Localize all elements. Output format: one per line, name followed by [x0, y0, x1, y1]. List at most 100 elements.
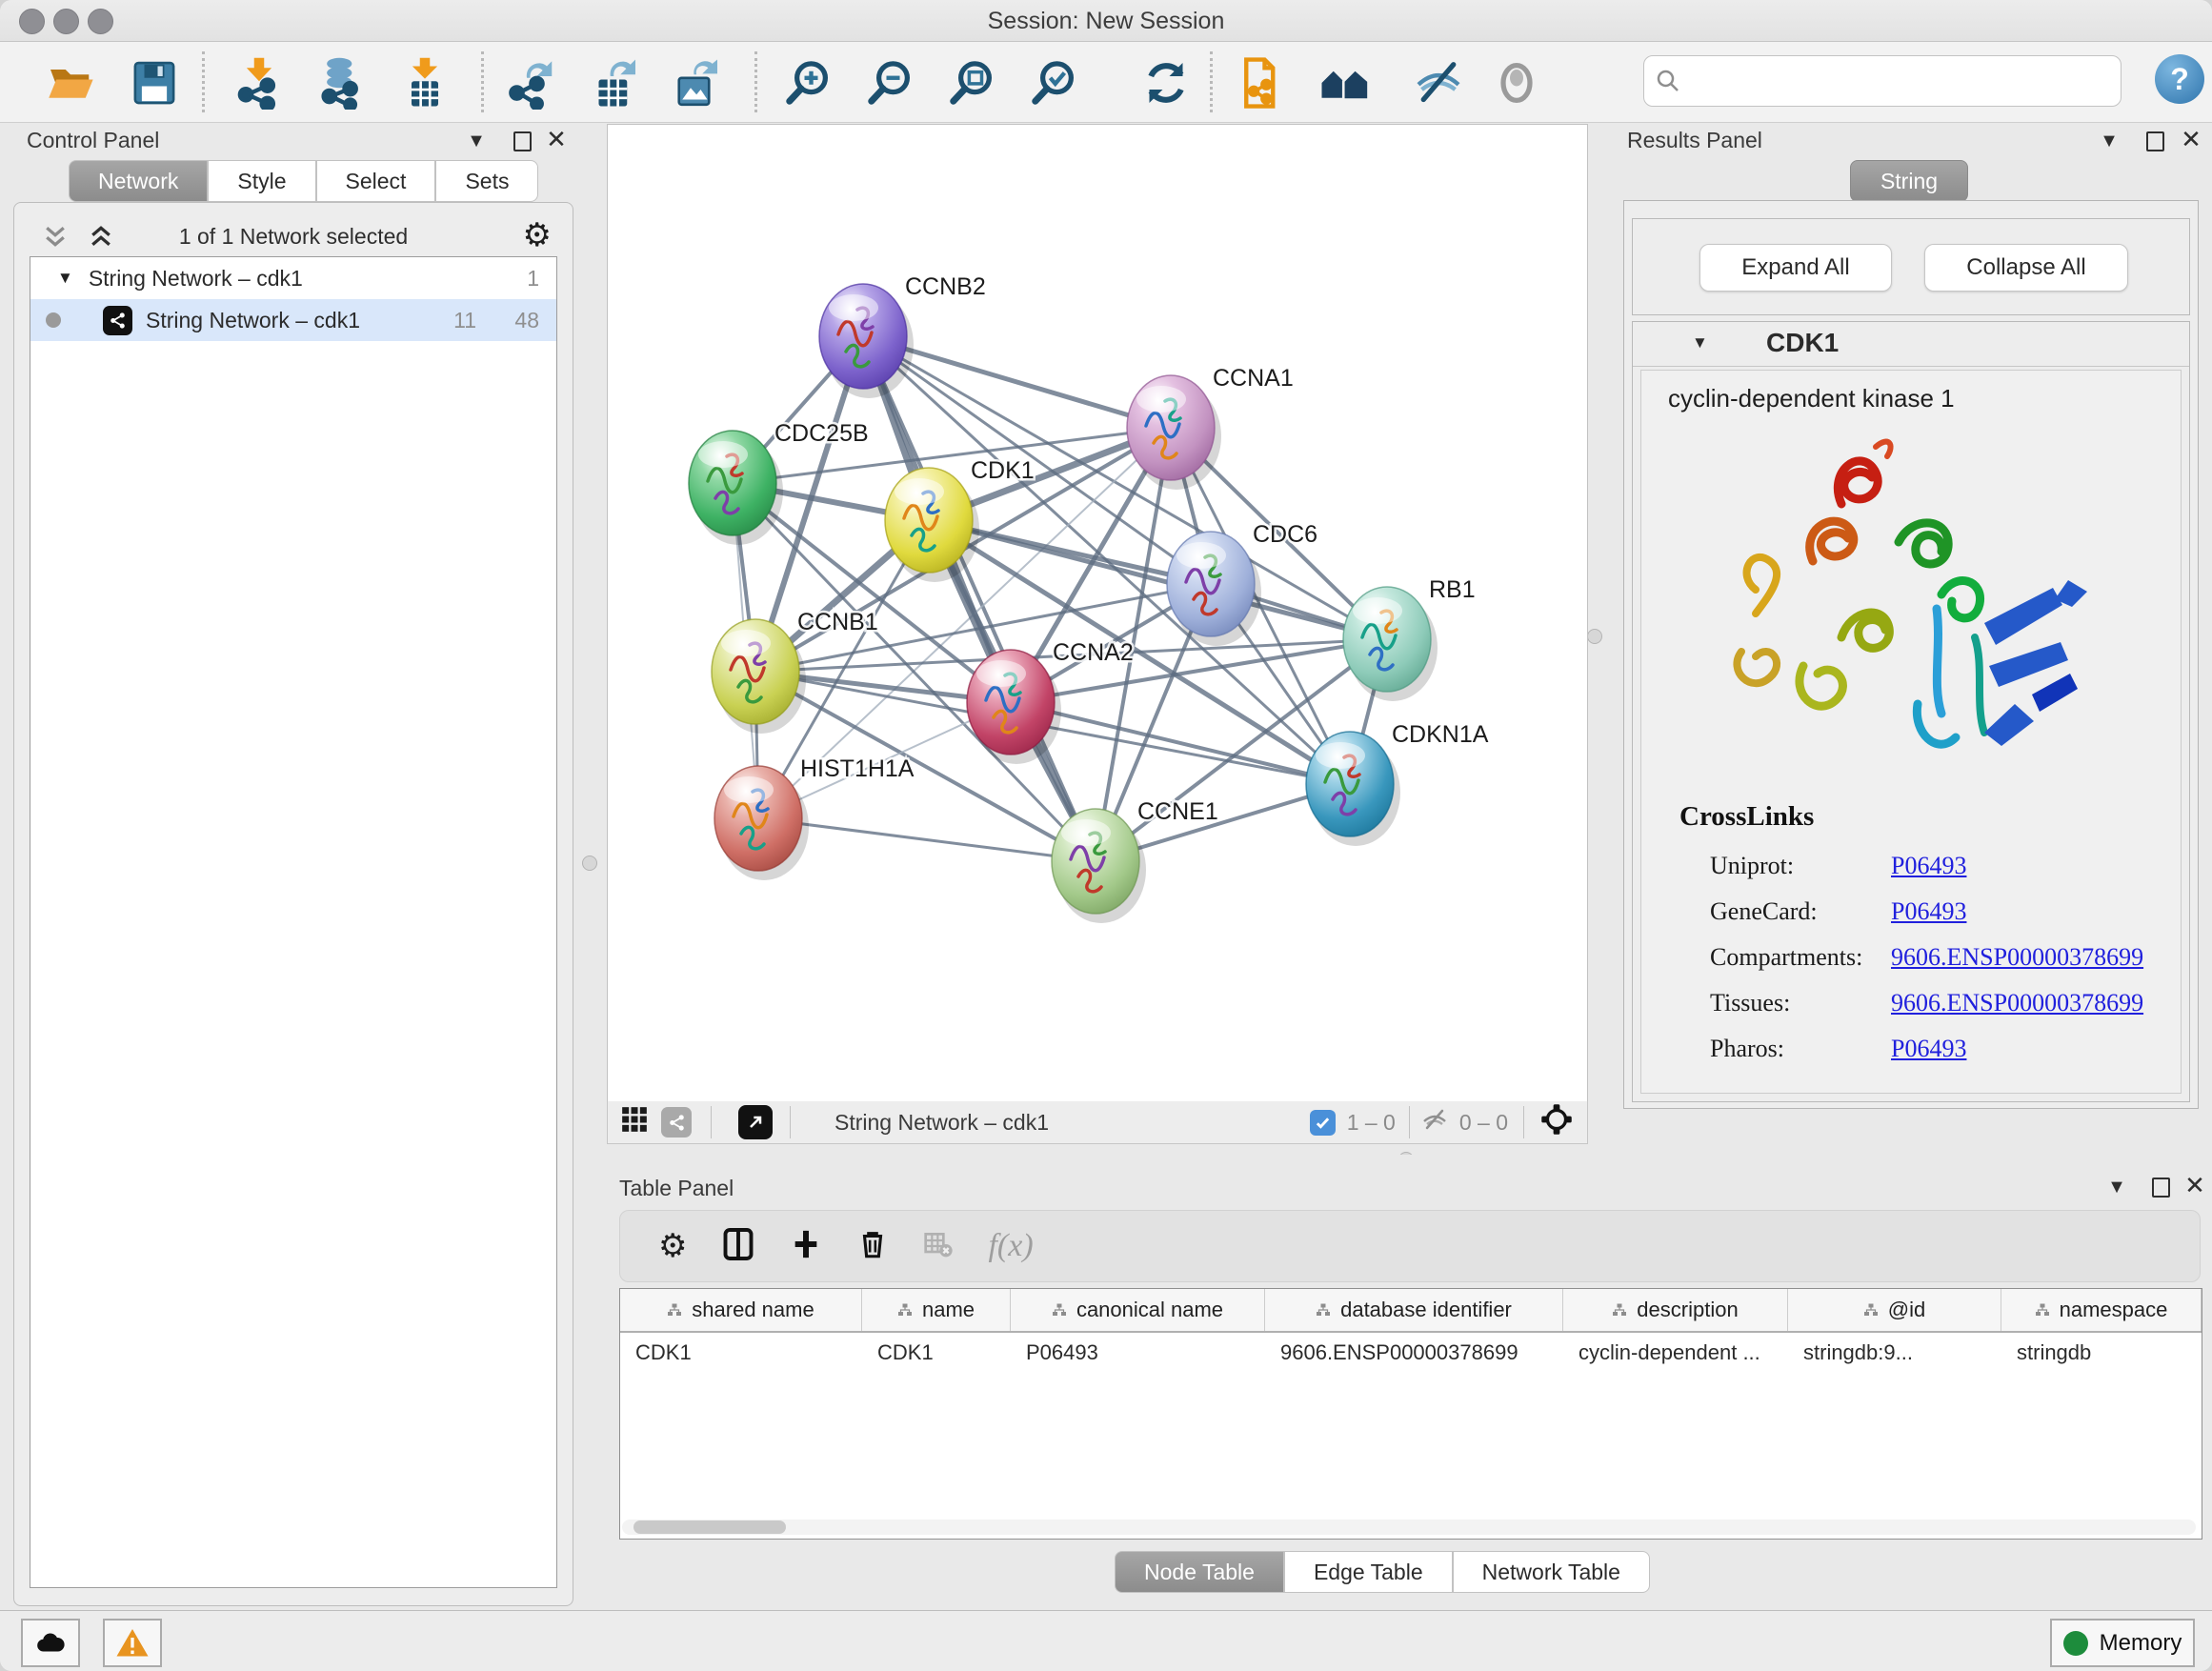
network-edge[interactable]: [863, 336, 1096, 861]
import-table-file-icon[interactable]: [398, 56, 452, 110]
export-network-icon[interactable]: [507, 56, 560, 110]
column-header-canonical-name[interactable]: canonical name: [1011, 1289, 1265, 1331]
crosslink-value-link[interactable]: P06493: [1891, 897, 1966, 926]
table-panel-close-icon[interactable]: ✕: [2182, 1172, 2208, 1198]
crosslink-value-link[interactable]: 9606.ENSP00000378699: [1891, 943, 2143, 972]
collapse-all-button[interactable]: Collapse All: [1924, 244, 2128, 292]
network-edge[interactable]: [929, 520, 1387, 639]
show-columns-icon[interactable]: [721, 1227, 755, 1266]
expand-all-button[interactable]: Expand All: [1699, 244, 1892, 292]
tab-string[interactable]: String: [1850, 160, 1968, 202]
column-header-description[interactable]: description: [1563, 1289, 1788, 1331]
protein-details: cyclin-dependent kinase 1: [1640, 370, 2182, 1094]
tab-edge-table[interactable]: Edge Table: [1284, 1551, 1453, 1593]
warnings-button[interactable]: [103, 1619, 162, 1667]
string-results-content: Expand All Collapse All ▼ CDK1 cyclin-de…: [1623, 200, 2199, 1109]
apply-layout-icon[interactable]: [1139, 56, 1193, 110]
tab-network-table[interactable]: Network Table: [1453, 1551, 1650, 1593]
zoom-selected-icon[interactable]: [1027, 56, 1080, 110]
open-session-icon[interactable]: [44, 56, 97, 110]
right-splitter-handle[interactable]: [1587, 629, 1602, 644]
navigator-crosshair-icon[interactable]: [1539, 1102, 1574, 1142]
crosslinks-title: CrossLinks: [1679, 801, 1814, 833]
column-header-name[interactable]: name: [862, 1289, 1011, 1331]
network-node-CDC6[interactable]: CDC6: [1167, 521, 1317, 636]
show-panel-eye-icon[interactable]: [1490, 56, 1543, 110]
save-session-icon[interactable]: [128, 56, 181, 110]
function-builder-icon[interactable]: f(x): [988, 1228, 1033, 1264]
scrollbar-thumb[interactable]: [633, 1520, 786, 1534]
add-column-icon[interactable]: [790, 1228, 822, 1265]
network-node-HIST1H1A[interactable]: HIST1H1A: [714, 755, 915, 871]
table-cell: P06493: [1011, 1333, 1265, 1373]
zoom-in-icon[interactable]: [781, 56, 835, 110]
search-field: [1643, 55, 2122, 107]
protein-name: CDK1: [1766, 328, 1839, 358]
column-header-namespace[interactable]: namespace: [2001, 1289, 2202, 1331]
detach-view-icon[interactable]: [738, 1105, 773, 1139]
delete-column-trash-icon[interactable]: [856, 1228, 889, 1265]
import-network-file-icon[interactable]: [232, 56, 286, 110]
clone-network-icon[interactable]: [1235, 56, 1288, 110]
column-header-shared-name[interactable]: shared name: [620, 1289, 862, 1331]
network-share-view-icon[interactable]: [661, 1107, 692, 1137]
network-view-canvas[interactable]: CCNB2CCNA1CDC25BCDK1CDC6RB1CCNB1CCNA2CDK…: [607, 124, 1588, 1102]
section-collapse-icon[interactable]: ▼: [1692, 333, 1708, 352]
export-table-icon[interactable]: [589, 56, 642, 110]
tab-sets[interactable]: Sets: [435, 160, 538, 202]
search-input[interactable]: [1692, 68, 2121, 94]
home-networks-icon[interactable]: [1318, 56, 1372, 110]
cloud-icon: [34, 1627, 67, 1660]
protein-section-header[interactable]: ▼ CDK1: [1633, 322, 2189, 367]
network-edge[interactable]: [758, 818, 1096, 861]
delete-table-icon[interactable]: [923, 1229, 954, 1264]
node-label: CCNB1: [797, 609, 878, 635]
crosslink-label: Pharos:: [1710, 1035, 1891, 1063]
network-options-gear-icon[interactable]: ⚙: [523, 216, 552, 254]
control-panel-close-icon[interactable]: ✕: [543, 126, 570, 152]
column-header-@id[interactable]: @id: [1788, 1289, 2001, 1331]
zoom-out-icon[interactable]: [863, 56, 916, 110]
network-edge-count: 48: [514, 308, 539, 333]
column-header-database-identifier[interactable]: database identifier: [1265, 1289, 1563, 1331]
selected-checkbox-icon[interactable]: [1310, 1110, 1336, 1136]
table-panel-maximize-icon[interactable]: [2147, 1174, 2174, 1200]
crosslink-value-link[interactable]: P06493: [1891, 1035, 1966, 1063]
control-panel-float-icon[interactable]: ▼: [463, 128, 490, 154]
memory-button[interactable]: Memory: [2050, 1619, 2195, 1667]
control-panel-maximize-icon[interactable]: [509, 128, 535, 154]
collection-expand-icon[interactable]: ▼: [57, 269, 73, 288]
grid-view-icon[interactable]: [621, 1106, 648, 1138]
memory-label: Memory: [2100, 1630, 2182, 1657]
zoom-fit-icon[interactable]: [945, 56, 998, 110]
crosslink-value-link[interactable]: P06493: [1891, 852, 1966, 880]
tab-network[interactable]: Network: [69, 160, 208, 202]
results-panel-maximize-icon[interactable]: [2142, 128, 2168, 154]
tab-select[interactable]: Select: [316, 160, 436, 202]
table-cell: 9606.ENSP00000378699: [1265, 1333, 1563, 1373]
crosslink-value-link[interactable]: 9606.ENSP00000378699: [1891, 989, 2143, 1017]
export-image-icon[interactable]: [671, 56, 724, 110]
table-options-gear-icon[interactable]: ⚙: [658, 1227, 687, 1265]
hidden-eye-slash-icon[interactable]: [1419, 1104, 1450, 1140]
table-horizontal-scrollbar[interactable]: [622, 1520, 2196, 1535]
network-selection-status: 1 of 1 Network selected: [14, 224, 573, 250]
network-node-CDK1[interactable]: CDK1: [885, 457, 1035, 573]
network-collection-row[interactable]: ▼ String Network – cdk1 1: [30, 257, 556, 299]
left-splitter-handle[interactable]: [582, 856, 597, 871]
table-cell: stringdb: [2001, 1333, 2202, 1373]
network-row[interactable]: String Network – cdk1 11 48: [30, 299, 556, 341]
tab-style[interactable]: Style: [208, 160, 315, 202]
network-tree: ▼ String Network – cdk1 1 String Network…: [30, 256, 557, 1588]
import-network-database-icon[interactable]: [314, 56, 368, 110]
table-panel-float-icon[interactable]: ▼: [2103, 1174, 2130, 1200]
tab-node-table[interactable]: Node Table: [1115, 1551, 1284, 1593]
table-row[interactable]: CDK1CDK1P064939606.ENSP00000378699cyclin…: [620, 1333, 2202, 1373]
hide-panel-eye-slash-icon[interactable]: [1412, 56, 1465, 110]
help-icon[interactable]: ?: [2155, 54, 2204, 104]
results-panel-close-icon[interactable]: ✕: [2178, 126, 2204, 152]
cloud-status-button[interactable]: [21, 1619, 80, 1667]
results-panel-float-icon[interactable]: ▼: [2096, 128, 2122, 154]
network-node-RB1[interactable]: RB1: [1343, 576, 1476, 692]
network-edge[interactable]: [1011, 702, 1350, 784]
